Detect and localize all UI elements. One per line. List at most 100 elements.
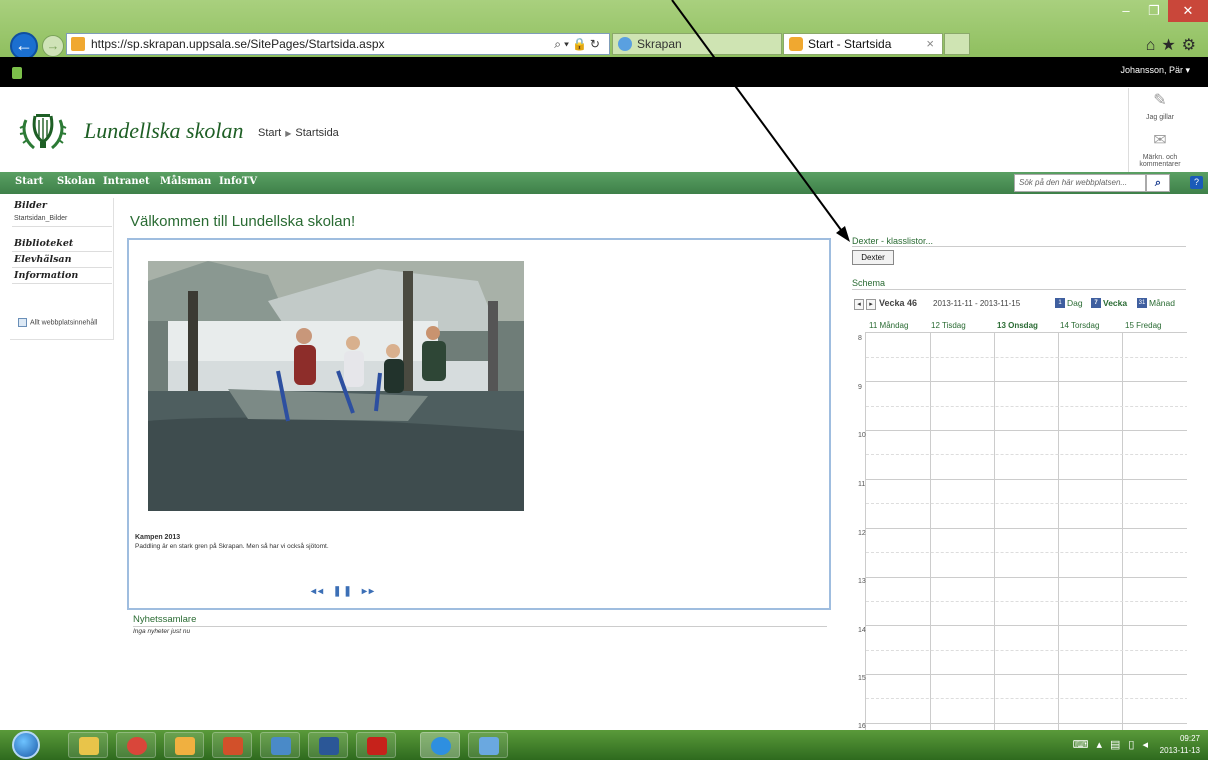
leftnav-bilder[interactable]: Bilder (14, 200, 47, 211)
site-title[interactable]: Lundellska skolan (84, 118, 244, 144)
like-tag-icon: ✎ (1153, 92, 1167, 109)
forward-button[interactable]: → (42, 35, 64, 57)
day-header-friday[interactable]: 15 Fredag (1125, 321, 1161, 330)
taskbar-explorer[interactable] (68, 732, 108, 758)
leftnav-biblioteket[interactable]: Biblioteket (14, 238, 73, 249)
breadcrumb: Start ▶ Startsida (258, 127, 339, 139)
half-hour-line (866, 357, 1187, 358)
view-day[interactable]: 1 Dag (1055, 298, 1083, 308)
news-webpart-title[interactable]: Nyhetssamlare (133, 614, 196, 625)
leftnav-elevhalsan[interactable]: Elevhälsan (14, 254, 72, 265)
taskbar-powerpoint[interactable] (212, 732, 252, 758)
half-hour-line (866, 601, 1187, 602)
browser-tools: ⌂★⚙ (1146, 35, 1202, 55)
topnav-infotv[interactable]: InfoTV (219, 176, 257, 187)
folder-icon (79, 737, 99, 755)
tab-startsida[interactable]: Start - Startsida × (783, 33, 943, 55)
hour-line (866, 430, 1187, 431)
back-button[interactable]: ← (10, 32, 38, 60)
tags-notes-button[interactable]: ✉ Märkn. och kommentarer (1134, 132, 1186, 168)
clock[interactable]: 09:27 2013-11-13 (1160, 733, 1200, 757)
half-hour-line (866, 650, 1187, 651)
all-content-label: Allt webbplatsinnehåll (30, 319, 98, 327)
month-view-icon: 31 (1137, 298, 1147, 308)
like-button[interactable]: ✎ Jag gillar (1134, 92, 1186, 121)
favorites-star-icon[interactable]: ★ (1161, 37, 1181, 54)
home-icon[interactable]: ⌂ (1146, 37, 1162, 54)
schema-webpart-title[interactable]: Schema (852, 278, 885, 288)
start-button-icon[interactable] (12, 731, 40, 759)
day-header-thursday[interactable]: 14 Torsdag (1060, 321, 1099, 330)
minimize-icon[interactable]: – (1112, 0, 1140, 22)
news-empty-message: Inga nyheter just nu (133, 628, 191, 635)
close-window-icon[interactable]: ✕ (1168, 0, 1208, 22)
volume-icon[interactable]: ◂ (1142, 739, 1156, 751)
power-icon[interactable]: ▯ (1128, 739, 1142, 751)
site-search-input[interactable]: Sök på den här webbplatsen... (1014, 174, 1146, 192)
day-column-divider (994, 333, 995, 737)
header-divider (1128, 88, 1129, 172)
next-icon[interactable]: ▸▸ (362, 586, 376, 597)
address-tools-icon[interactable]: ⌕▾🔒↻ (554, 34, 603, 54)
taskbar-acrobat[interactable] (356, 732, 396, 758)
network-icon[interactable]: ▤ (1110, 739, 1128, 751)
chrome-icon (127, 737, 147, 755)
hour-line (866, 479, 1187, 480)
keyboard-icon[interactable]: ⌨ (1073, 739, 1097, 751)
previous-week-icon[interactable]: ◂ (854, 299, 864, 310)
ie-tab-icon (618, 37, 632, 51)
suite-bar: Johansson, Pär ▾ (0, 57, 1208, 87)
hour-line (866, 577, 1187, 578)
topnav-malsman[interactable]: Målsman (160, 176, 211, 187)
leftnav-divider (12, 251, 112, 252)
system-tray: ⌨▴▤▯◂ (1073, 738, 1156, 751)
day-header-monday[interactable]: 11 Måndag (869, 321, 908, 330)
next-week-icon[interactable]: ▸ (866, 299, 876, 310)
leftnav-information[interactable]: Information (14, 270, 78, 281)
powerpoint-icon (223, 737, 243, 755)
dexter-button[interactable]: Dexter (852, 250, 894, 265)
taskbar-word[interactable] (308, 732, 348, 758)
taskbar-control-panel[interactable] (468, 732, 508, 758)
taskbar-mail[interactable] (164, 732, 204, 758)
photo-caption-text: Paddling är en stark gren på Skrapan. Me… (135, 543, 329, 550)
search-icon[interactable]: ⌕ (1146, 174, 1170, 192)
show-hidden-icon[interactable]: ▴ (1096, 739, 1110, 751)
topnav-skolan[interactable]: Skolan (57, 176, 95, 187)
maximize-icon[interactable]: ❐ (1140, 0, 1168, 22)
address-bar[interactable]: https://sp.skrapan.uppsala.se/SitePages/… (66, 33, 610, 55)
gear-icon[interactable]: ⚙ (1182, 37, 1202, 54)
topnav-start[interactable]: Start (15, 176, 43, 187)
taskbar-chrome[interactable] (116, 732, 156, 758)
all-site-content-link[interactable]: Allt webbplatsinnehåll (18, 318, 97, 327)
day-header-tuesday[interactable]: 12 Tisdag (931, 321, 966, 330)
calendar-grid[interactable] (865, 332, 1187, 737)
taskbar-photos[interactable] (260, 732, 300, 758)
new-tab-button[interactable] (944, 33, 970, 55)
hour-label: 10 (858, 432, 866, 439)
view-month[interactable]: 31 Månad (1137, 298, 1175, 308)
tab-skrapan[interactable]: Skrapan (612, 33, 782, 55)
hour-label: 8 (858, 335, 862, 342)
browser-chrome: ← → https://sp.skrapan.uppsala.se/SitePa… (0, 0, 1208, 60)
breadcrumb-start[interactable]: Start (258, 127, 281, 139)
day-header-wednesday[interactable]: 13 Onsdag (997, 321, 1038, 330)
dexter-webpart-title[interactable]: Dexter - klasslistor... (852, 236, 933, 246)
pause-icon[interactable]: ❚❚ (333, 586, 354, 597)
sharepoint-logo-icon[interactable] (12, 67, 22, 79)
user-menu[interactable]: Johansson, Pär ▾ (1120, 65, 1190, 76)
tags-label: Märkn. och kommentarer (1139, 154, 1181, 168)
hour-line (866, 723, 1187, 724)
close-tab-icon[interactable]: × (926, 34, 934, 54)
view-week[interactable]: 7 Vecka (1091, 298, 1127, 308)
help-icon[interactable]: ? (1190, 176, 1203, 189)
topnav-intranet[interactable]: Intranet (103, 176, 150, 187)
half-hour-line (866, 454, 1187, 455)
mail-icon (175, 737, 195, 755)
taskbar-internet-explorer[interactable] (420, 732, 460, 758)
page-title: Välkommen till Lundellska skolan! (130, 213, 356, 230)
school-lyre-logo-icon[interactable] (18, 106, 68, 156)
leftnav-startsidan-bilder[interactable]: Startsidan_Bilder (14, 215, 67, 222)
previous-icon[interactable]: ◂◂ (311, 586, 325, 597)
site-contents-icon (18, 318, 27, 327)
